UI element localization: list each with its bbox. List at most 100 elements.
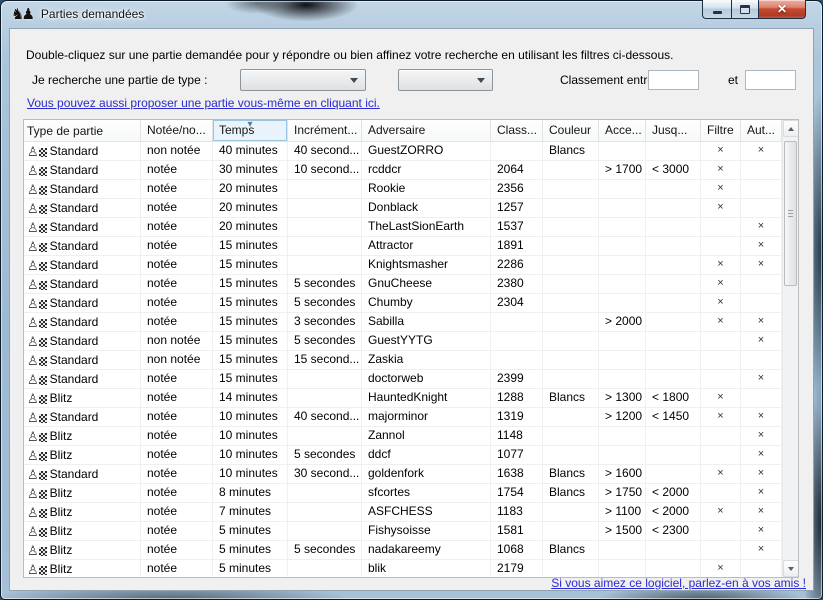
column-header-filter[interactable]: Filtre [701,120,741,141]
table-row[interactable]: ♙Blitznotée10 minutesZannol1148× [24,427,782,446]
column-header-auto[interactable]: Aut... [741,120,782,141]
cell-type: ♙Standard [24,370,141,389]
propose-game-link[interactable]: Vous pouvez aussi proposer une partie vo… [27,96,380,110]
chessboard-icon [39,357,47,366]
cell-inc [288,256,362,275]
table-row[interactable]: ♙Standardnotée15 minutes3 secondesSabill… [24,313,782,332]
cell-time: 20 minutes [213,199,288,218]
chessboard-icon [39,281,47,290]
table-row[interactable]: ♙Standardnon notée15 minutes15 second...… [24,351,782,370]
chess-pawn-icon: ♙ [27,354,39,367]
table-row[interactable]: ♙Blitznotée8 minutessfcortes1754Blancs> … [24,484,782,503]
table-row[interactable]: ♙Standardnotée15 minutesKnightsmasher228… [24,256,782,275]
secondary-select[interactable] [398,69,493,91]
cell-time: 5 minutes [213,541,288,560]
share-software-link[interactable]: Si vous aimez ce logiciel, parlez-en à v… [551,576,806,590]
column-header-inc[interactable]: Incrément... [288,120,362,141]
table-row[interactable]: ♙Standardnotée15 minutesdoctorweb2399× [24,370,782,389]
cell-above [599,199,646,218]
scrollbar-thumb[interactable] [784,141,797,286]
cell-above: > 1200 [599,408,646,427]
cell-above [599,237,646,256]
scroll-up-button[interactable] [783,120,799,137]
cell-time: 40 minutes [213,142,288,161]
cell-above [599,560,646,577]
table-header: Type de partieNotée/no...▾TempsIncrément… [24,120,782,142]
arrow-down-icon [788,567,794,571]
cell-inc [288,484,362,503]
column-header-time[interactable]: ▾Temps [213,120,288,141]
chess-pawn-icon: ♙ [27,278,39,291]
cell-type-text: Blitz [50,390,73,407]
column-header-label: Acce... [605,123,642,137]
table-row[interactable]: ♙Blitznotée10 minutes5 secondesddcf1077× [24,446,782,465]
rating-max-input[interactable] [745,70,796,90]
cell-color: Blancs [543,541,599,560]
chess-pawn-icon: ♙ [27,392,39,405]
table-row[interactable]: ♙Standardnotée30 minutes10 second...rcdd… [24,161,782,180]
column-header-above[interactable]: Acce... [599,120,646,141]
table-row[interactable]: ♙Blitznotée14 minutesHauntedKnight1288Bl… [24,389,782,408]
cell-type: ♙Standard [24,332,141,351]
column-header-below[interactable]: Jusq... [646,120,701,141]
table-row[interactable]: ♙Standardnotée15 minutesAttractor1891× [24,237,782,256]
games-table: Type de partieNotée/no...▾TempsIncrément… [23,119,799,578]
cell-type-text: Blitz [50,504,73,521]
cell-filter [701,522,741,541]
table-row[interactable]: ♙Standardnotée20 minutesTheLastSionEarth… [24,218,782,237]
cell-rating: 1257 [491,199,543,218]
cell-above [599,275,646,294]
scroll-down-button[interactable] [783,560,799,577]
rating-between-label: Classement entre [560,73,654,87]
chess-pawn-icon: ♙ [27,506,39,519]
chessboard-icon [39,566,47,575]
column-header-label: Couleur [549,123,591,137]
table-row[interactable]: ♙Blitznotée5 minutesblik2179× [24,560,782,577]
cell-rated: notée [141,484,213,503]
maximize-button[interactable] [731,0,759,19]
cell-rated: notée [141,503,213,522]
game-type-select[interactable] [240,69,366,91]
column-header-color[interactable]: Couleur [543,120,599,141]
rating-min-input[interactable] [648,70,699,90]
table-row[interactable]: ♙Blitznotée5 minutes5 secondesnadakareem… [24,541,782,560]
cell-filter: × [701,465,741,484]
table-row[interactable]: ♙Blitznotée7 minutesASFCHESS1183> 1100< … [24,503,782,522]
table-row[interactable]: ♙Standardnotée10 minutes40 second...majo… [24,408,782,427]
table-body: ♙Standardnon notée40 minutes40 second...… [24,142,782,577]
table-row[interactable]: ♙Standardnon notée40 minutes40 second...… [24,142,782,161]
cell-filter: × [701,503,741,522]
cell-filter: × [701,389,741,408]
column-header-rated[interactable]: Notée/no... [141,120,213,141]
cell-rating: 2356 [491,180,543,199]
column-header-adv[interactable]: Adversaire [362,120,491,141]
vertical-scrollbar[interactable] [782,120,798,577]
cell-time: 20 minutes [213,180,288,199]
cell-adv: Chumby [362,294,491,313]
table-row[interactable]: ♙Standardnon notée15 minutes5 secondesGu… [24,332,782,351]
table-row[interactable]: ♙Standardnotée20 minutesDonblack1257× [24,199,782,218]
chessboard-icon [39,414,47,423]
table-row[interactable]: ♙Standardnotée15 minutes5 secondesChumby… [24,294,782,313]
titlebar[interactable]: ♞♟ Parties demandées [0,0,823,28]
cell-auto [741,275,782,294]
cell-time: 15 minutes [213,256,288,275]
chess-pawn-icon: ♙ [27,164,39,177]
cell-above: > 1700 [599,161,646,180]
minimize-button[interactable] [702,0,731,19]
table-row[interactable]: ♙Standardnotée10 minutes30 second...gold… [24,465,782,484]
cell-auto: × [741,541,782,560]
close-button[interactable]: ✕ [759,0,806,19]
cell-time: 8 minutes [213,484,288,503]
cell-type-text: Blitz [50,447,73,464]
cell-below [646,332,701,351]
cell-color [543,237,599,256]
cell-auto [741,294,782,313]
table-row[interactable]: ♙Blitznotée5 minutesFishysoisse1581> 150… [24,522,782,541]
column-header-rating[interactable]: Class... [491,120,543,141]
maximize-icon [740,5,750,14]
chessboard-icon [39,433,47,442]
column-header-type[interactable]: Type de partie [24,120,141,141]
table-row[interactable]: ♙Standardnotée20 minutesRookie2356× [24,180,782,199]
table-row[interactable]: ♙Standardnotée15 minutes5 secondesGnuChe… [24,275,782,294]
